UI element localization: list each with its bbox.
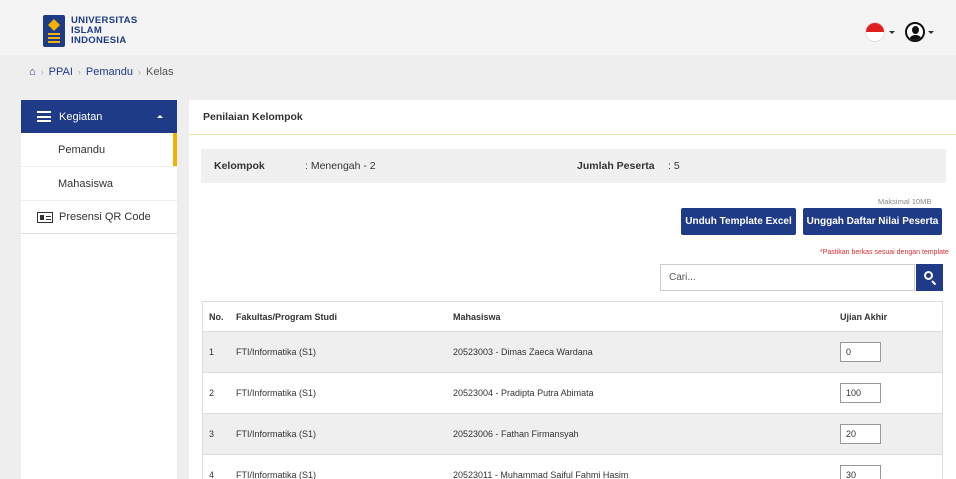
university-brand-text: UNIVERSITAS ISLAM INDONESIA [71,16,137,46]
user-menu-chevron-down-icon[interactable] [928,31,934,34]
list-icon [37,111,51,122]
home-icon[interactable]: ⌂ [29,66,36,78]
row-no: 1 [209,347,215,357]
header-mahasiswa: Mahasiswa [453,311,501,322]
row-mahasiswa: 20523006 - Fathan Firmansyah [453,429,579,439]
chevron-up-icon [157,115,163,118]
row-fakultas: FTI/Informatika (S1) [236,429,317,439]
page-title: Penilaian Kelompok [189,100,956,135]
group-label: Kelompok [214,160,265,172]
search-icon [924,271,933,280]
search-button[interactable] [916,264,943,291]
sidebar-item-label: Pemandu [58,143,106,156]
table-row: 1 FTI/Informatika (S1) 20523003 - Dimas … [203,332,942,373]
breadcrumb-separator: › [40,67,44,77]
max-size-note: Maksimal 10MB [878,197,932,206]
main-panel: Penilaian Kelompok Kelompok : Menengah -… [189,100,956,479]
search-icon-handle [931,280,937,286]
breadcrumb-pemandu[interactable]: Pemandu [86,66,133,78]
table-header: No. Fakultas/Program Studi Mahasiswa Uji… [203,302,942,332]
row-fakultas: FTI/Informatika (S1) [236,347,317,357]
breadcrumb-ppai[interactable]: PPAI [49,66,73,78]
ujian-akhir-input[interactable]: 100 [840,383,881,403]
sidebar-item-label: Presensi QR Code [59,211,151,223]
sidebar-item-label: Mahasiswa [58,177,114,190]
download-template-button[interactable]: Unduh Template Excel [681,208,796,235]
row-fakultas: FTI/Informatika (S1) [236,388,317,398]
sidebar: Kegiatan Pemandu Mahasiswa Presensi QR C… [21,100,177,479]
table-row: 2 FTI/Informatika (S1) 20523004 - Pradip… [203,373,942,414]
row-no: 3 [209,429,215,439]
upload-grades-button[interactable]: Unggah Daftar Nilai Peserta [803,208,942,235]
sidebar-item-presensi-qr-code[interactable]: Presensi QR Code [21,201,177,234]
breadcrumb: ⌂ › PPAI › Pemandu › Kelas [29,66,174,78]
id-card-icon [37,211,53,223]
participants-label: Jumlah Peserta [577,160,655,172]
header-fakultas: Fakultas/Program Studi [236,311,338,322]
search-input[interactable]: Cari... [660,264,915,291]
language-chevron-down-icon[interactable] [889,31,895,34]
row-no: 2 [209,388,215,398]
breadcrumb-separator: › [138,67,142,77]
breadcrumb-separator: › [77,67,81,77]
row-mahasiswa: 20523011 - Muhammad Saiful Fahmi Hasim [453,470,629,479]
row-mahasiswa: 20523003 - Dimas Zaeca Wardana [453,347,593,357]
ujian-akhir-input[interactable]: 20 [840,424,881,444]
header-ujian-akhir: Ujian Akhir [840,311,888,322]
sidebar-item-mahasiswa[interactable]: Mahasiswa [21,167,177,201]
brand-line-3: INDONESIA [71,35,127,46]
grades-table: No. Fakultas/Program Studi Mahasiswa Uji… [202,301,943,479]
ujian-akhir-input[interactable]: 30 [840,465,881,479]
group-info-bar: Kelompok : Menengah - 2 Jumlah Peserta :… [201,149,946,183]
sidebar-section-kegiatan[interactable]: Kegiatan [21,100,177,133]
top-navbar: UNIVERSITAS ISLAM INDONESIA [0,0,956,55]
user-avatar-icon[interactable] [905,22,925,42]
sidebar-item-pemandu[interactable]: Pemandu [21,133,177,167]
row-fakultas: FTI/Informatika (S1) [236,470,317,479]
row-no: 4 [209,470,215,479]
indonesia-flag-icon[interactable] [865,22,885,42]
template-warning-note: *Pastikan berkas sesuai dengan template [820,249,949,256]
table-row: 4 FTI/Informatika (S1) 20523011 - Muhamm… [203,455,942,479]
table-row: 3 FTI/Informatika (S1) 20523006 - Fathan… [203,414,942,455]
university-logo[interactable] [43,15,65,47]
breadcrumb-kelas: Kelas [146,66,174,78]
group-value: : Menengah - 2 [305,160,376,172]
ujian-akhir-input[interactable]: 0 [840,342,881,362]
sidebar-section-label: Kegiatan [59,110,103,123]
row-mahasiswa: 20523004 - Pradipta Putra Abimata [453,388,594,398]
header-no: No. [209,311,224,322]
participants-value: : 5 [668,160,680,172]
